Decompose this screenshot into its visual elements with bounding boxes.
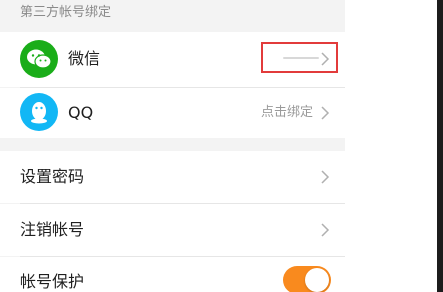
section-header-third-party: 第三方帐号绑定 xyxy=(20,5,112,20)
setting-row-deactivate-account[interactable]: 注销帐号 xyxy=(0,204,345,256)
window-edge xyxy=(437,0,443,292)
toggle-knob xyxy=(305,268,329,292)
set-password-label: 设置密码 xyxy=(20,167,85,186)
chevron-right-icon xyxy=(320,170,330,184)
setting-row-set-password[interactable]: 设置密码 xyxy=(0,151,345,203)
account-protection-toggle[interactable] xyxy=(283,266,331,292)
qq-penguin-icon xyxy=(20,93,58,131)
chevron-right-icon xyxy=(320,106,330,120)
account-protection-label: 帐号保护 xyxy=(20,272,85,291)
deactivate-account-label: 注销帐号 xyxy=(20,220,85,239)
wechat-label: 微信 xyxy=(68,49,101,68)
binding-row-qq[interactable]: QQ 点击绑定 xyxy=(0,88,345,138)
chevron-right-icon xyxy=(320,223,330,237)
qq-bind-status: 点击绑定 xyxy=(260,105,313,120)
annotation-highlight-box xyxy=(261,42,338,73)
account-settings-panel: 第三方帐号绑定 微信 QQ 点击绑定 设置密码 注销帐号 帐号保护 xyxy=(0,0,345,292)
qq-label: QQ xyxy=(68,103,94,122)
wechat-icon xyxy=(20,40,58,78)
